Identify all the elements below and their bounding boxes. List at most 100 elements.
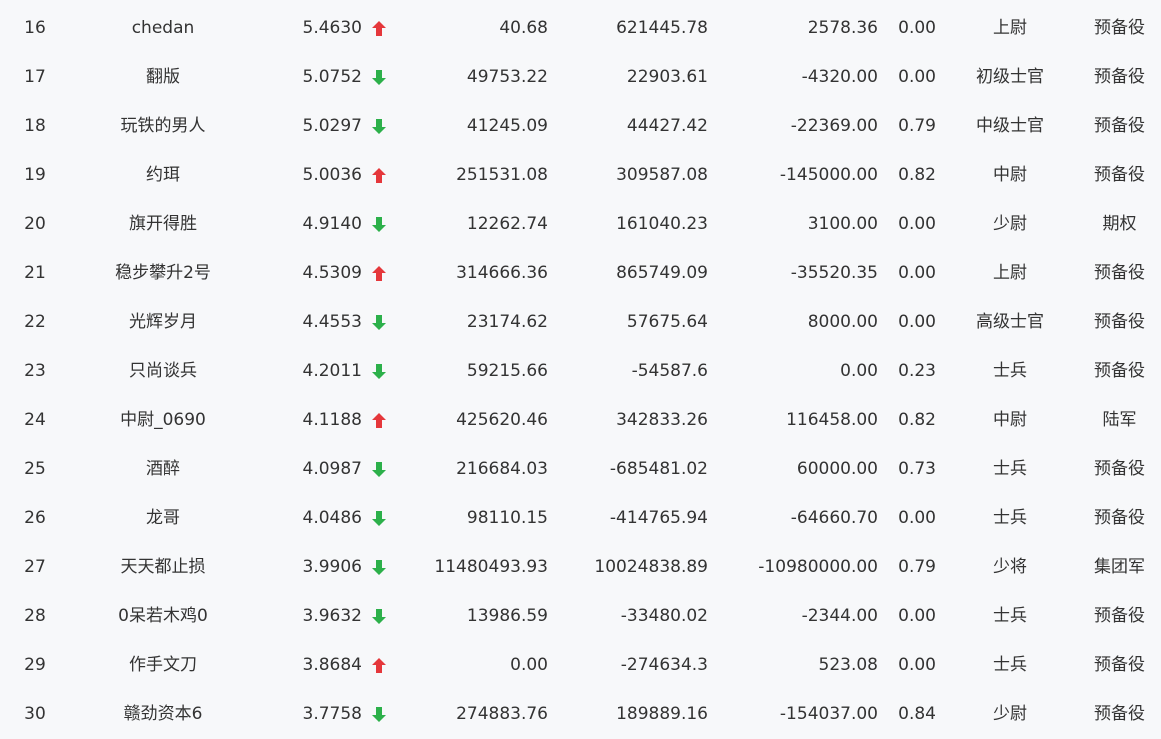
value-3-cell: -154037.00 bbox=[779, 704, 878, 724]
military-rank-cell: 中级士官 bbox=[976, 116, 1044, 136]
value-1-cell: 40.68 bbox=[499, 18, 548, 38]
value-2-cell: 342833.26 bbox=[616, 410, 708, 430]
value-3-cell: -2344.00 bbox=[801, 606, 878, 626]
value-4-cell: 0.82 bbox=[898, 165, 936, 185]
score-cell: 5.0752 bbox=[302, 67, 362, 87]
table-row[interactable]: 27 天天都止损 3.9906 11480493.93 10024838.89 -1098… bbox=[0, 543, 1161, 592]
value-2-cell: 189889.16 bbox=[616, 704, 708, 724]
rank-cell: 16 bbox=[24, 18, 46, 38]
table-row[interactable]: 18 玩铁的男人 5.0297 41245.09 44427.42 -22369.00 0.… bbox=[0, 102, 1161, 151]
value-2-cell: 44427.42 bbox=[626, 116, 708, 136]
arrow-down-icon bbox=[370, 543, 388, 592]
arrow-down-icon bbox=[370, 347, 388, 396]
name-cell: 旗开得胜 bbox=[129, 214, 197, 234]
name-cell: 0呆若木鸡0 bbox=[118, 606, 208, 626]
table-row[interactable]: 24 中尉_0690 4.1188 425620.46 342833.26 116458.… bbox=[0, 396, 1161, 445]
military-rank-cell: 上尉 bbox=[993, 18, 1027, 38]
value-1-cell: 49753.22 bbox=[466, 67, 548, 87]
rank-cell: 22 bbox=[24, 312, 46, 332]
value-1-cell: 59215.66 bbox=[466, 361, 548, 381]
rank-cell: 20 bbox=[24, 214, 46, 234]
rank-cell: 27 bbox=[24, 557, 46, 577]
account-type-cell: 预备役 bbox=[1094, 704, 1145, 724]
table-row[interactable]: 23 只尚谈兵 4.2011 59215.66 -54587.6 0.00 0.23 士兵 预备… bbox=[0, 347, 1161, 396]
arrow-down-icon bbox=[370, 494, 388, 543]
account-type-cell: 预备役 bbox=[1094, 459, 1145, 479]
table-row[interactable]: 26 龙哥 4.0486 98110.15 -414765.94 -64660.70 0.0… bbox=[0, 494, 1161, 543]
rank-cell: 18 bbox=[24, 116, 46, 136]
arrow-down-icon bbox=[370, 200, 388, 249]
value-1-cell: 13986.59 bbox=[466, 606, 548, 626]
arrow-up-icon bbox=[370, 151, 388, 200]
value-3-cell: 3100.00 bbox=[807, 214, 878, 234]
score-cell: 3.7758 bbox=[302, 704, 362, 724]
table-row[interactable]: 30 赣劲资本6 3.7758 274883.76 189889.16 -154037.0… bbox=[0, 690, 1161, 739]
value-4-cell: 0.00 bbox=[898, 67, 936, 87]
table-row[interactable]: 21 稳步攀升2号 4.5309 314666.36 865749.09 -35520.3… bbox=[0, 249, 1161, 298]
name-cell: 酒醉 bbox=[146, 459, 180, 479]
arrow-down-icon bbox=[370, 298, 388, 347]
score-cell: 5.0297 bbox=[302, 116, 362, 136]
name-cell: 龙哥 bbox=[146, 508, 180, 528]
score-cell: 3.9632 bbox=[302, 606, 362, 626]
account-type-cell: 预备役 bbox=[1094, 312, 1145, 332]
military-rank-cell: 少将 bbox=[993, 557, 1027, 577]
value-2-cell: -414765.94 bbox=[609, 508, 708, 528]
name-cell: 只尚谈兵 bbox=[129, 361, 197, 381]
name-cell: 中尉_0690 bbox=[120, 410, 206, 430]
table-row[interactable]: 22 光辉岁月 4.4553 23174.62 57675.64 8000.00 0.00 高… bbox=[0, 298, 1161, 347]
value-4-cell: 0.00 bbox=[898, 655, 936, 675]
name-cell: 玩铁的男人 bbox=[120, 116, 206, 136]
value-2-cell: 22903.61 bbox=[626, 67, 708, 87]
table-row[interactable]: 28 0呆若木鸡0 3.9632 13986.59 -33480.02 -2344.00 0… bbox=[0, 592, 1161, 641]
account-type-cell: 期权 bbox=[1102, 214, 1137, 234]
value-3-cell: -64660.70 bbox=[790, 508, 878, 528]
name-cell: 光辉岁月 bbox=[129, 312, 197, 332]
account-type-cell: 预备役 bbox=[1094, 508, 1145, 528]
table-row[interactable]: 16 chedan 5.4630 40.68 621445.78 2578.36 0.00 上… bbox=[0, 4, 1161, 53]
table-row[interactable]: 25 酒醉 4.0987 216684.03 -685481.02 60000.00 0.7… bbox=[0, 445, 1161, 494]
arrow-down-icon bbox=[370, 102, 388, 151]
account-type-cell: 预备役 bbox=[1094, 361, 1145, 381]
account-type-cell: 预备役 bbox=[1094, 116, 1145, 136]
value-1-cell: 314666.36 bbox=[456, 263, 548, 283]
table-row[interactable]: 19 约珥 5.0036 251531.08 309587.08 -145000.00 0.… bbox=[0, 151, 1161, 200]
military-rank-cell: 士兵 bbox=[993, 655, 1027, 675]
military-rank-cell: 少尉 bbox=[993, 704, 1027, 724]
value-1-cell: 251531.08 bbox=[456, 165, 548, 185]
score-cell: 4.5309 bbox=[302, 263, 362, 283]
table-row[interactable]: 29 作手文刀 3.8684 0.00 -274634.3 523.08 0.00 士兵 预备役 bbox=[0, 641, 1161, 690]
score-cell: 3.8684 bbox=[302, 655, 362, 675]
arrow-down-icon bbox=[370, 690, 388, 739]
value-2-cell: -54587.6 bbox=[631, 361, 708, 381]
value-2-cell: -685481.02 bbox=[609, 459, 708, 479]
value-1-cell: 0.00 bbox=[510, 655, 548, 675]
value-1-cell: 11480493.93 bbox=[434, 557, 548, 577]
name-cell: 约珥 bbox=[146, 165, 180, 185]
rank-cell: 19 bbox=[24, 165, 46, 185]
value-1-cell: 274883.76 bbox=[456, 704, 548, 724]
value-3-cell: -145000.00 bbox=[779, 165, 878, 185]
arrow-down-icon bbox=[370, 592, 388, 641]
table-row[interactable]: 20 旗开得胜 4.9140 12262.74 161040.23 3100.00 0.00… bbox=[0, 200, 1161, 249]
arrow-down-icon bbox=[370, 53, 388, 102]
score-cell: 5.4630 bbox=[302, 18, 362, 38]
score-cell: 4.4553 bbox=[302, 312, 362, 332]
rank-cell: 26 bbox=[24, 508, 46, 528]
military-rank-cell: 士兵 bbox=[993, 508, 1027, 528]
value-2-cell: 57675.64 bbox=[626, 312, 708, 332]
value-4-cell: 0.00 bbox=[898, 214, 936, 234]
value-1-cell: 425620.46 bbox=[456, 410, 548, 430]
value-2-cell: 309587.08 bbox=[616, 165, 708, 185]
value-1-cell: 98110.15 bbox=[466, 508, 548, 528]
value-2-cell: -274634.3 bbox=[620, 655, 708, 675]
value-4-cell: 0.00 bbox=[898, 18, 936, 38]
name-cell: 稳步攀升2号 bbox=[115, 263, 211, 283]
table-row[interactable]: 17 翻版 5.0752 49753.22 22903.61 -4320.00 0.00 初级… bbox=[0, 53, 1161, 102]
name-cell: chedan bbox=[131, 18, 195, 38]
score-cell: 3.9906 bbox=[302, 557, 362, 577]
score-cell: 4.0987 bbox=[302, 459, 362, 479]
value-4-cell: 0.79 bbox=[898, 557, 936, 577]
value-4-cell: 0.00 bbox=[898, 508, 936, 528]
value-1-cell: 216684.03 bbox=[456, 459, 548, 479]
